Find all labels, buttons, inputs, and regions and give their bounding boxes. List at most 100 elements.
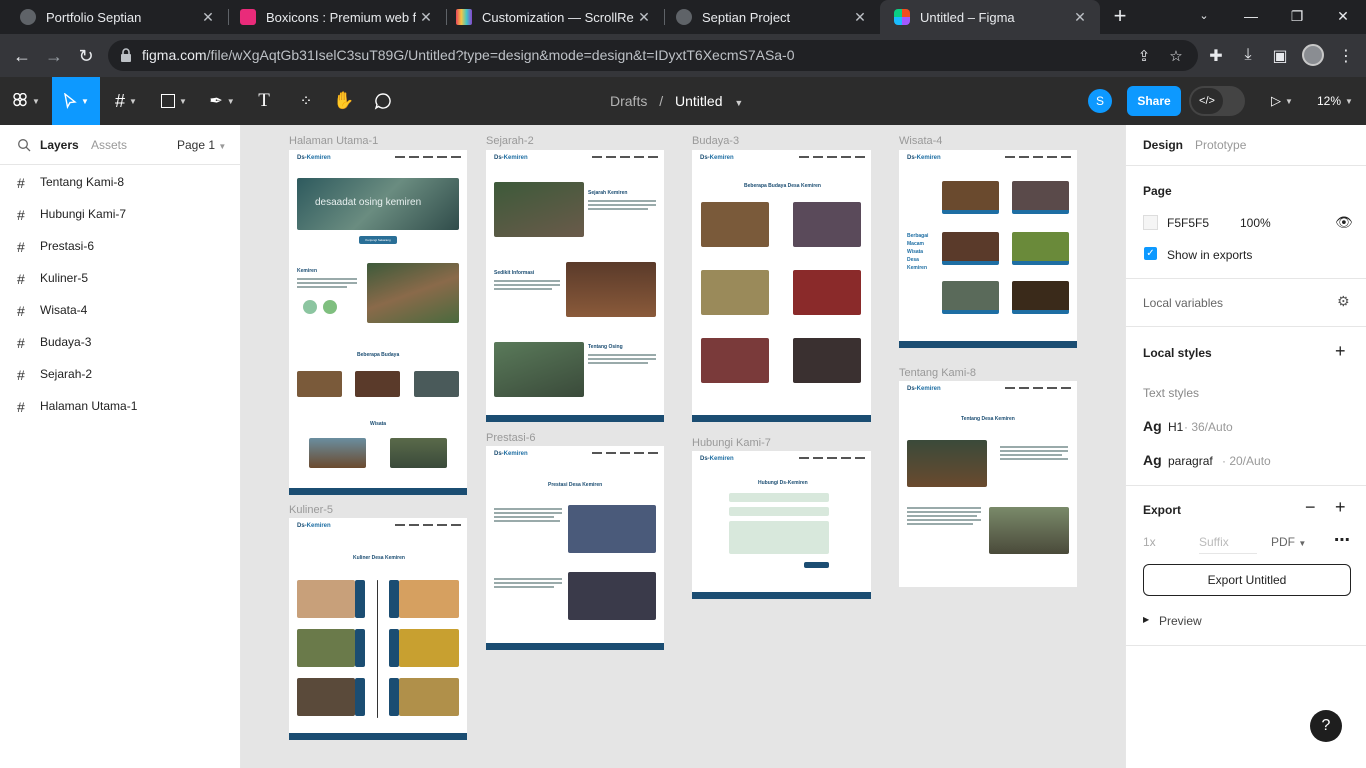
preview-label[interactable]: Preview (1159, 614, 1202, 628)
export-format-select[interactable]: PDF ▼ (1271, 535, 1306, 549)
layer-row[interactable]: # Sejarah-2 (0, 358, 240, 390)
restore-button[interactable]: ❐ (1274, 0, 1320, 34)
help-button[interactable]: ? (1310, 710, 1342, 742)
bookmark-star-icon[interactable]: ☆ (1166, 47, 1186, 65)
file-name[interactable]: Untitled (675, 93, 722, 109)
zoom-chevron-icon[interactable]: ▼ (1345, 97, 1353, 106)
variables-settings-icon[interactable]: ⚙ (1337, 293, 1350, 310)
close-tab-icon[interactable]: ✕ (416, 9, 436, 26)
frame-tentang-kami[interactable]: Ds-Kemiren Tentang Desa Kemiren (899, 381, 1077, 587)
zoom-level[interactable]: 12% (1317, 94, 1341, 108)
frame-wisata[interactable]: Ds-Kemiren Berbagai Macam Wisata Desa Ke… (899, 150, 1077, 348)
text-tool-button[interactable]: T (248, 77, 280, 125)
close-tab-icon[interactable]: ✕ (1070, 9, 1090, 26)
page-color-swatch[interactable] (1143, 215, 1158, 230)
design-canvas[interactable]: Halaman Utama-1 Ds-Kemiren desaadat osin… (241, 125, 1125, 768)
preview-toggle-icon[interactable]: ▶ (1143, 615, 1149, 624)
browser-menu-icon[interactable]: ⋮ (1336, 46, 1356, 66)
pen-tool-button[interactable]: ✒ ▼ (200, 77, 244, 125)
frame-label[interactable]: Tentang Kami-8 (899, 367, 976, 379)
frame-label[interactable]: Budaya-3 (692, 135, 739, 147)
frame-label[interactable]: Kuliner-5 (289, 504, 333, 516)
url-bar[interactable]: figma.com/file/wXgAqtGb31IselC3suT89G/Un… (108, 40, 1198, 71)
budaya-image (701, 270, 769, 315)
layer-row[interactable]: # Halaman Utama-1 (0, 390, 240, 422)
export-suffix-input[interactable]: Suffix (1199, 535, 1257, 554)
back-button[interactable]: ← (8, 42, 36, 70)
page-color-value[interactable]: F5F5F5 (1167, 216, 1209, 230)
tab-layers[interactable]: Layers (40, 138, 79, 152)
download-icon[interactable]: ⤓ (1238, 46, 1258, 66)
comment-tool-button[interactable] (366, 77, 400, 125)
page-selector[interactable]: Page 1 ▼ (177, 138, 226, 152)
layer-row[interactable]: # Hubungi Kami-7 (0, 198, 240, 230)
new-tab-button[interactable]: + (1108, 5, 1132, 29)
local-variables-section[interactable]: Local variables ⚙ (1126, 279, 1366, 327)
tab-search-icon[interactable]: ⌄ (1181, 0, 1227, 34)
frame-label[interactable]: Hubungi Kami-7 (692, 437, 771, 449)
resources-button[interactable]: ⁘ (288, 77, 324, 125)
browser-tab[interactable]: Boxicons : Premium web friendly icons ✕ (228, 0, 446, 34)
layer-row[interactable]: # Tentang Kami-8 (0, 166, 240, 198)
frame-sejarah[interactable]: Ds-Kemiren Sejarah Kemiren Sedikit Infor… (486, 150, 664, 422)
chevron-down-icon[interactable]: ▼ (734, 98, 743, 108)
browser-tab[interactable]: Portfolio Septian ✕ (0, 0, 228, 34)
present-button[interactable]: ▷ ▼ (1262, 77, 1302, 125)
user-avatar[interactable]: S (1088, 89, 1112, 113)
add-export-icon[interactable]: + (1335, 497, 1346, 518)
text-style-row[interactable]: Ag H1 · 36/Auto (1126, 415, 1366, 439)
text-t-icon: T (258, 90, 270, 111)
frame-label[interactable]: Prestasi-6 (486, 432, 536, 444)
page-opacity-value[interactable]: 100% (1240, 216, 1271, 230)
browser-tab-active[interactable]: Untitled – Figma ✕ (880, 0, 1100, 34)
frame-label[interactable]: Sejarah-2 (486, 135, 534, 147)
hand-tool-button[interactable]: ✋ (328, 77, 360, 125)
more-options-icon[interactable]: ⋯ (1334, 530, 1350, 550)
remove-export-icon[interactable]: − (1305, 497, 1316, 518)
forward-button[interactable]: → (40, 42, 68, 70)
browser-tab[interactable]: Septian Project ✕ (664, 0, 880, 34)
layer-row[interactable]: # Wisata-4 (0, 294, 240, 326)
frame-label[interactable]: Wisata-4 (899, 135, 942, 147)
export-button[interactable]: Export Untitled (1143, 564, 1351, 596)
frame-nav: Ds-Kemiren (899, 381, 1077, 395)
share-button[interactable]: Share (1127, 86, 1181, 116)
dev-mode-toggle[interactable]: </> (1189, 86, 1245, 116)
layer-row[interactable]: # Budaya-3 (0, 326, 240, 358)
export-scale[interactable]: 1x (1143, 535, 1156, 549)
close-tab-icon[interactable]: ✕ (634, 9, 654, 26)
profile-avatar[interactable] (1302, 44, 1324, 66)
main-menu-button[interactable]: ▼ (0, 77, 52, 125)
wisata-card (942, 181, 999, 214)
layer-row[interactable]: # Kuliner-5 (0, 262, 240, 294)
tab-assets[interactable]: Assets (91, 138, 127, 152)
close-tab-icon[interactable]: ✕ (850, 9, 870, 26)
eye-icon[interactable]: 👁 (1335, 214, 1353, 231)
frame-prestasi[interactable]: Ds-Kemiren Prestasi Desa Kemiren (486, 446, 664, 650)
move-tool-button[interactable]: ▼ (52, 77, 100, 125)
extensions-puzzle-icon[interactable]: ✚ (1206, 46, 1226, 66)
drafts-link[interactable]: Drafts (610, 93, 647, 109)
add-style-icon[interactable]: + (1335, 341, 1346, 362)
shape-tool-button[interactable]: ▼ (152, 77, 196, 125)
frame-budaya[interactable]: Ds-Kemiren Beberapa Budaya Desa Kemiren (692, 150, 871, 422)
side-panel-icon[interactable]: ▣ (1270, 46, 1290, 66)
tab-design[interactable]: Design (1143, 138, 1183, 152)
frame-label[interactable]: Halaman Utama-1 (289, 135, 378, 147)
layer-row[interactable]: # Prestasi-6 (0, 230, 240, 262)
browser-tab[interactable]: Customization — ScrollReveal ✕ (446, 0, 664, 34)
text-style-row[interactable]: Ag paragraf · 20/Auto (1126, 449, 1366, 473)
frame-halaman-utama[interactable]: Ds-Kemiren desaadat osing kemiren Kunjun… (289, 150, 467, 495)
search-icon[interactable] (17, 138, 31, 152)
figma-logo-icon (13, 93, 27, 107)
close-window-button[interactable]: ✕ (1320, 0, 1366, 34)
frame-hubungi-kami[interactable]: Ds-Kemiren Hubungi Ds-Kemiren (692, 451, 871, 599)
share-page-icon[interactable]: ⇪ (1134, 47, 1154, 65)
minimize-button[interactable]: — (1228, 0, 1274, 34)
frame-kuliner[interactable]: Ds-Kemiren Kuliner Desa Kemiren (289, 518, 467, 740)
reload-button[interactable]: ↻ (72, 42, 100, 70)
close-tab-icon[interactable]: ✕ (198, 9, 218, 26)
frame-tool-button[interactable]: # ▼ (104, 77, 148, 125)
tab-prototype[interactable]: Prototype (1195, 138, 1246, 152)
show-in-exports-checkbox[interactable]: ✓ (1144, 247, 1157, 260)
